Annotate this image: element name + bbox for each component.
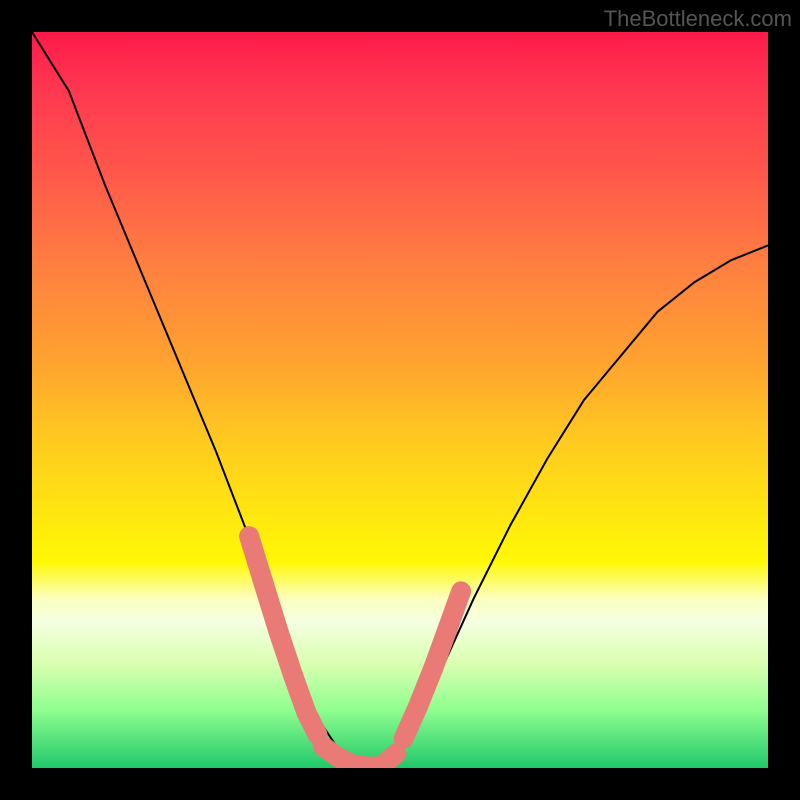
watermark-text: TheBottleneck.com [604, 6, 792, 32]
plot-area [32, 32, 768, 768]
chart-svg [32, 32, 768, 768]
highlight-markers [249, 536, 461, 766]
curve-line [32, 32, 768, 768]
